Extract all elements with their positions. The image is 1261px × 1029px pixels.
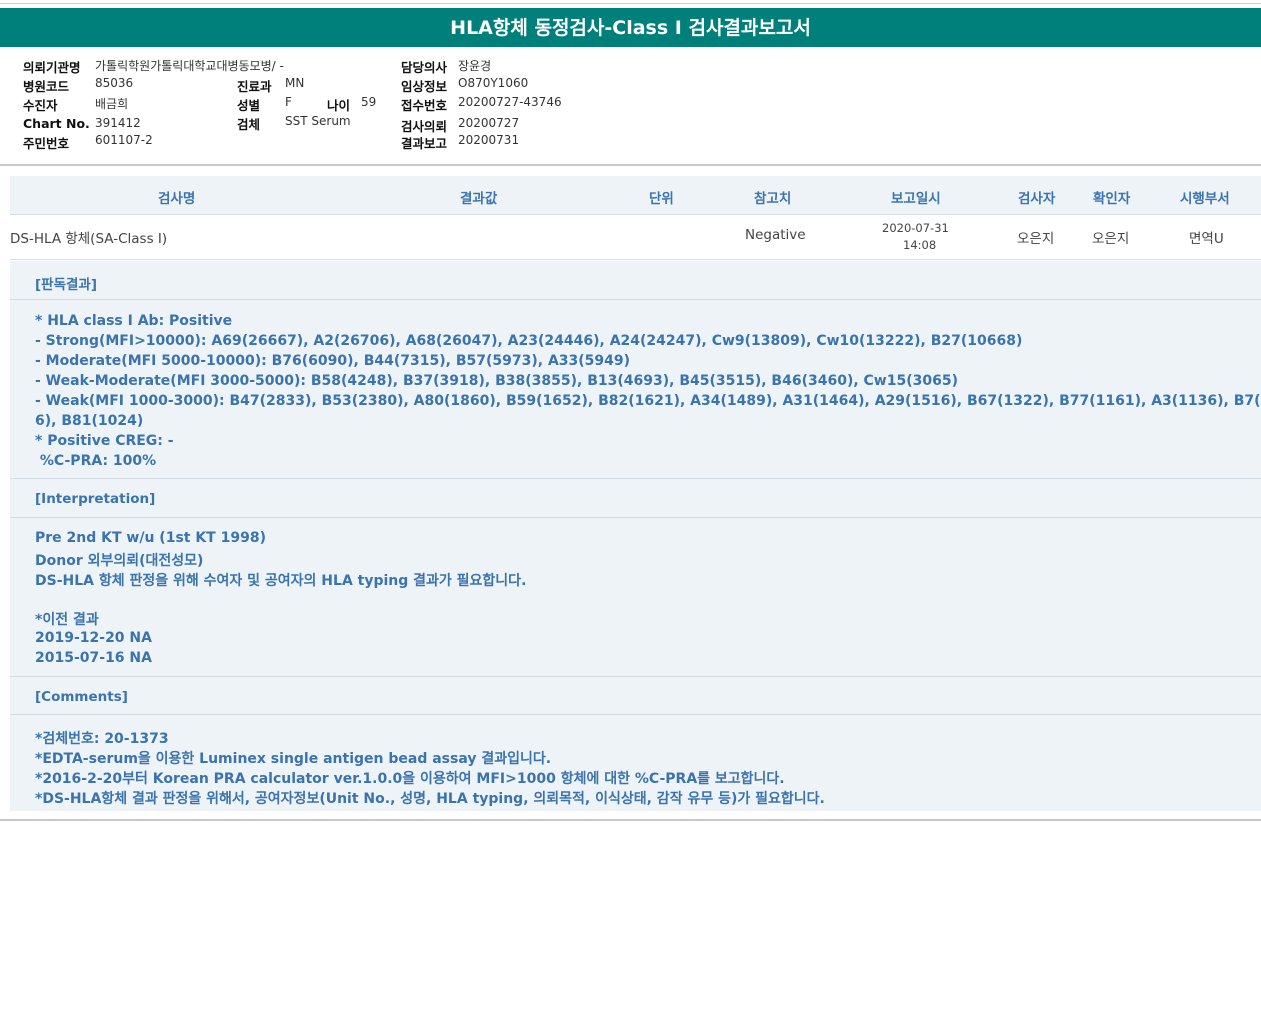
section-divider [10, 676, 1261, 677]
chart-no-label: Chart No. [23, 116, 90, 131]
resident-no-label: 주민번호 [23, 136, 70, 151]
comments-divider [10, 714, 1261, 715]
sex-value: F [285, 95, 292, 109]
judgement-line: 6), B81(1024) [35, 413, 144, 429]
sex-label: 성별 [237, 98, 261, 113]
top-border [0, 3, 1261, 4]
institution-label: 의뢰기관명 [23, 60, 81, 75]
interpretation-line: *이전 결과 [35, 612, 99, 628]
clinical-info-label: 임상정보 [401, 79, 448, 94]
test-request-value: 20200727 [458, 116, 520, 130]
bottom-divider [0, 819, 1261, 821]
info-divider [0, 164, 1261, 166]
recipient-value: 배금희 [95, 97, 129, 111]
row-department: 면역U [1189, 231, 1224, 247]
dept-label: 진료과 [237, 79, 272, 94]
col-report-date: 보고일시 [891, 191, 941, 207]
doctor-label: 담당의사 [401, 60, 448, 75]
interpretation-line: 2019-12-20 NA [35, 630, 152, 646]
judgement-line: %C-PRA: 100% [35, 453, 157, 469]
judgement-line: - Strong(MFI>10000): A69(26667), A2(2670… [35, 333, 1023, 349]
interpretation-line: 2015-07-16 NA [35, 650, 152, 666]
interpretation-divider [10, 517, 1261, 518]
interpretation-line: Donor 외부의뢰(대전성모) [35, 553, 204, 569]
judgement-header: [판독결과] [35, 277, 98, 293]
chart-no-value: 391412 [95, 116, 141, 130]
table-row[interactable]: DS-HLA 항체(SA-Class I) Negative 2020-07-3… [10, 215, 1261, 260]
judgement-divider [10, 299, 1261, 300]
col-verifier: 확인자 [1093, 191, 1131, 207]
doctor-value: 장윤경 [458, 59, 492, 73]
col-department: 시행부서 [1180, 191, 1230, 207]
interpretation-line: DS-HLA 항체 판정을 위해 수여자 및 공여자의 HLA typing 결… [35, 573, 527, 589]
judgement-line: * Positive CREG: - [35, 433, 174, 449]
specimen-value: SST Serum [285, 114, 351, 128]
hospital-code-value: 85036 [95, 76, 134, 90]
judgement-line: - Moderate(MFI 5000-10000): B76(6090), B… [35, 353, 631, 369]
report-title: HLA항체 동정검사-Class I 검사결과보고서 [0, 8, 1261, 47]
results-table-header: 검사명 결과값 단위 참고치 보고일시 검사자 확인자 시행부서 [10, 176, 1261, 215]
recipient-label: 수진자 [23, 98, 58, 113]
result-report-value: 20200731 [458, 133, 520, 147]
col-test-name: 검사명 [158, 191, 196, 207]
resident-no-value: 601107-2 [95, 133, 153, 147]
col-reference: 참고치 [754, 191, 792, 207]
comment-line: *검체번호: 20-1373 [35, 731, 169, 747]
row-test-name: DS-HLA 항체(SA-Class I) [10, 231, 168, 247]
comments-header: [Comments] [35, 689, 128, 705]
comment-line: *2016-2-20부터 Korean PRA calculator ver.1… [35, 771, 785, 787]
judgement-line: - Weak(MFI 1000-3000): B47(2833), B53(23… [35, 393, 1261, 409]
result-report-label: 결과보고 [401, 136, 448, 151]
row-reference: Negative [745, 227, 806, 243]
row-tester: 오은지 [1017, 231, 1055, 247]
judgement-line: * HLA class I Ab: Positive [35, 313, 233, 329]
specimen-label: 검체 [237, 117, 261, 132]
col-tester: 검사자 [1018, 191, 1056, 207]
section-divider [10, 478, 1261, 479]
dept-value: MN [285, 76, 305, 90]
col-unit: 단위 [649, 191, 674, 207]
row-report-date: 2020-07-31 [882, 221, 949, 235]
interpretation-line: Pre 2nd KT w/u (1st KT 1998) [35, 530, 266, 546]
receipt-no-value: 20200727-43746 [458, 95, 562, 109]
receipt-no-label: 접수번호 [401, 98, 448, 113]
row-verifier: 오은지 [1092, 231, 1130, 247]
age-value: 59 [361, 95, 377, 109]
clinical-info-value: O870Y1060 [458, 76, 529, 90]
institution-value: 가톨릭학원가톨릭대학교대병동모병/ - [95, 59, 284, 73]
row-report-time: 14:08 [903, 238, 937, 252]
comment-line: *EDTA-serum을 이용한 Luminex single antigen … [35, 751, 552, 767]
col-result: 결과값 [460, 191, 498, 207]
age-label: 나이 [327, 98, 351, 113]
judgement-line: - Weak-Moderate(MFI 3000-5000): B58(4248… [35, 373, 958, 389]
comment-line: *DS-HLA항체 결과 판정을 위해서, 공여자정보(Unit No., 성명… [35, 791, 825, 807]
hospital-code-label: 병원코드 [23, 79, 70, 94]
interpretation-header: [Interpretation] [35, 491, 156, 507]
